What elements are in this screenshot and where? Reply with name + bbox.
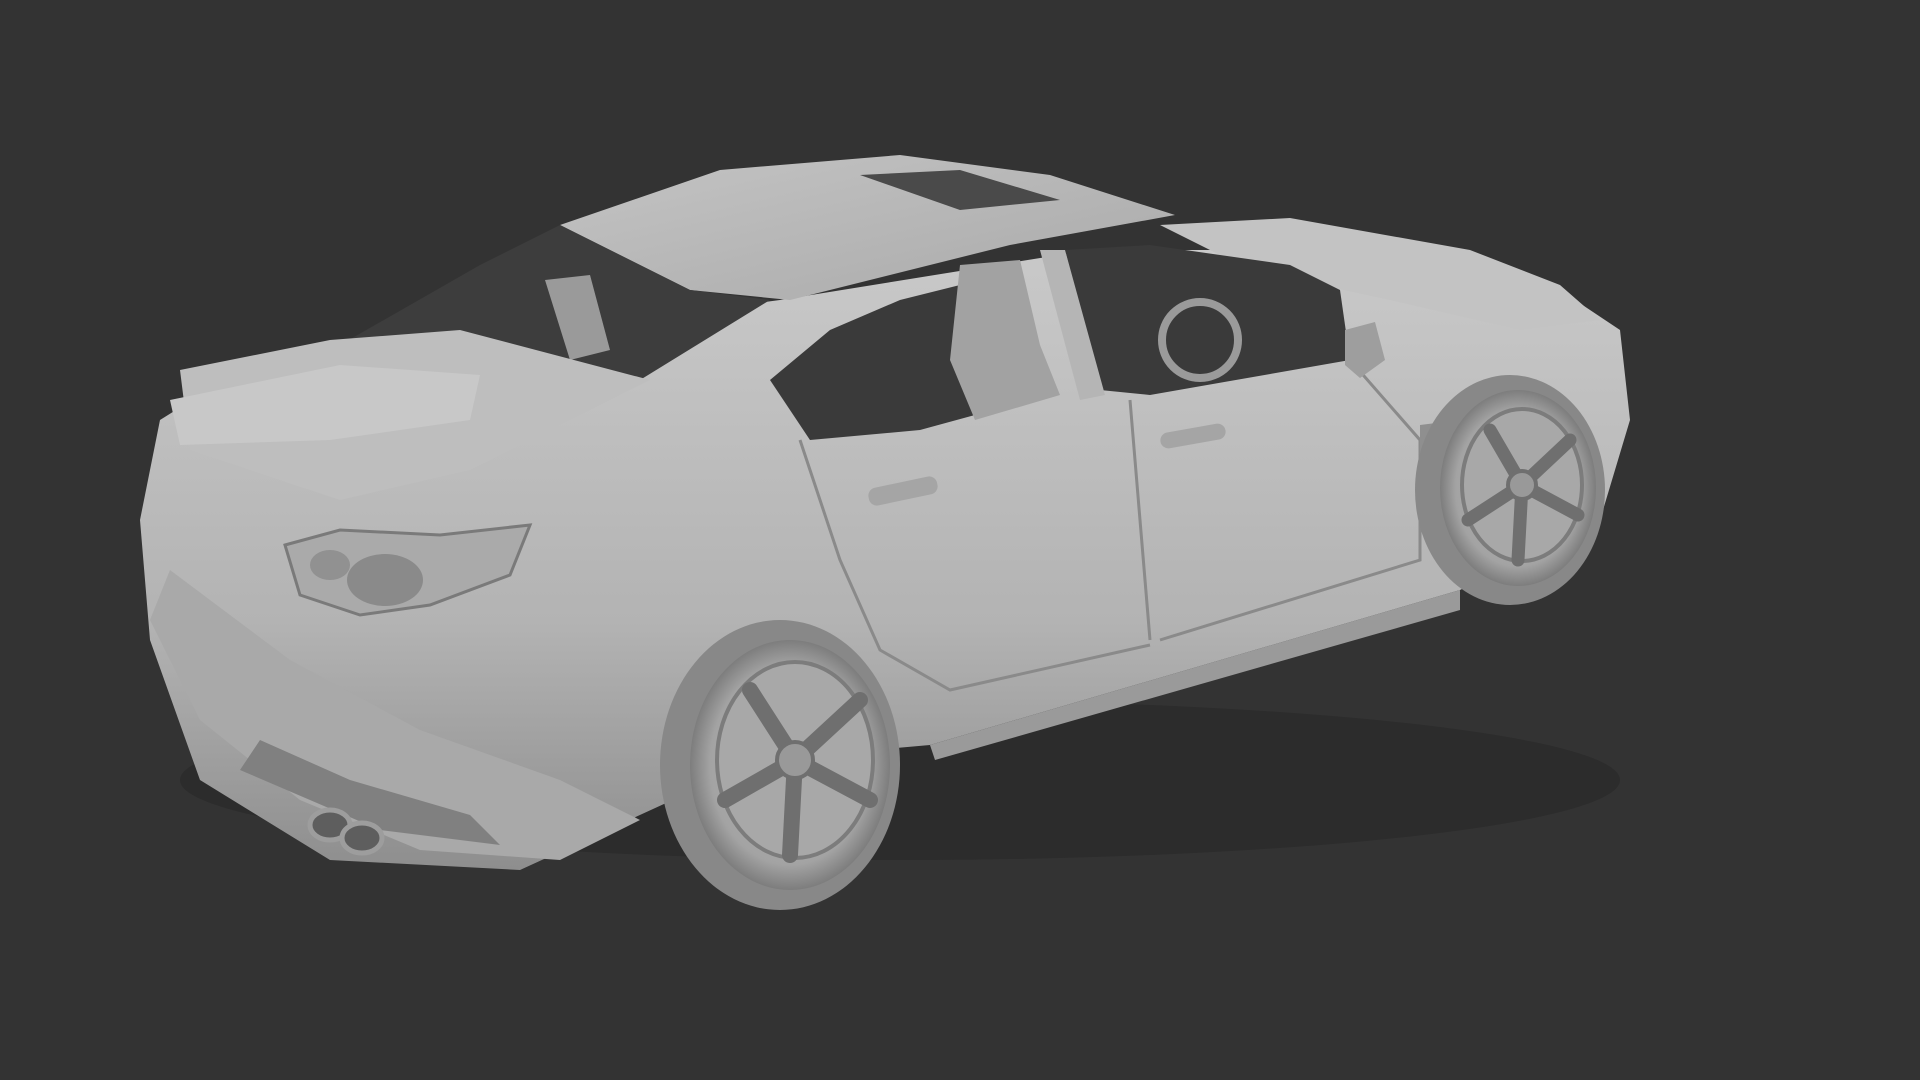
- rear-wheel: [660, 620, 900, 910]
- 3d-viewport[interactable]: [0, 0, 1920, 1080]
- tail-light-lens: [347, 554, 423, 606]
- car-model-render: [140, 155, 1630, 910]
- tail-light-lens-inner: [310, 550, 350, 580]
- exhaust-tip-2: [339, 820, 385, 856]
- front-wheel: [1415, 375, 1605, 605]
